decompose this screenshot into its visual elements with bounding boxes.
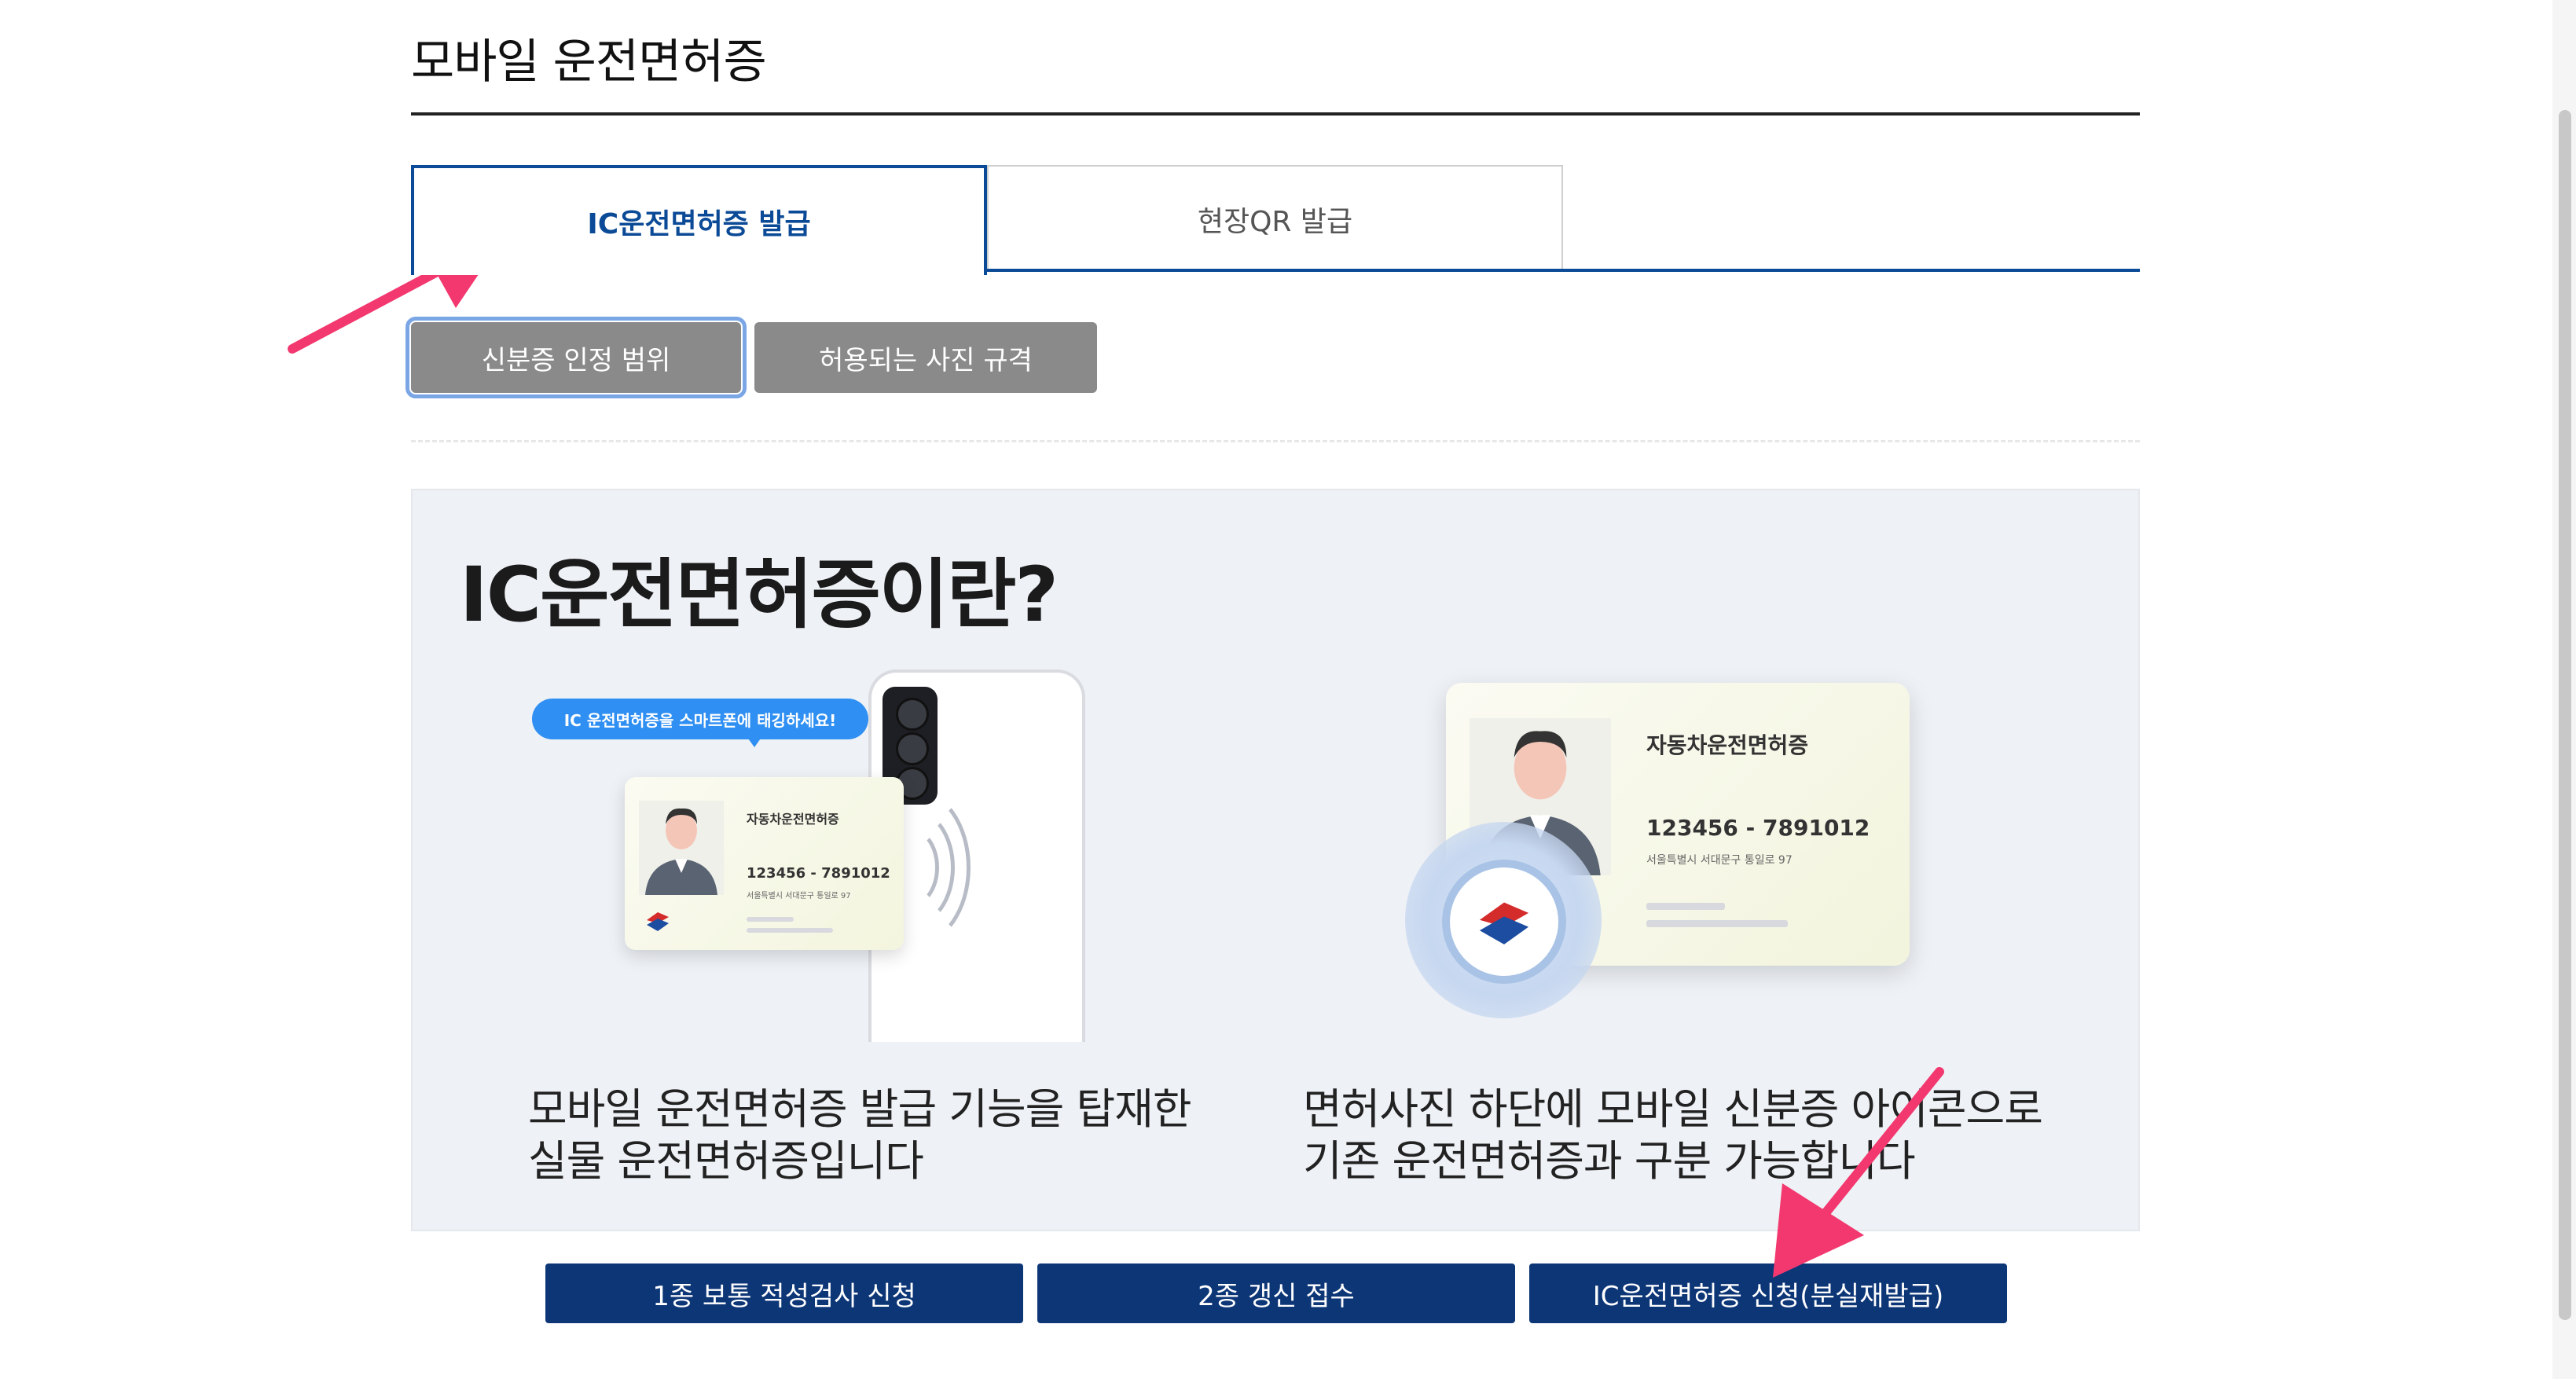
camera-lens-icon: [896, 732, 929, 765]
mobile-id-emblem-icon: [1479, 902, 1529, 944]
card-title: 자동차운전면허증: [1646, 732, 1809, 758]
camera-lens-icon: [896, 698, 929, 731]
panel-heading: IC운전면허증이란?: [460, 551, 1059, 639]
card-line: [1646, 920, 1788, 927]
ic-license-reissue-button[interactable]: IC운전면허증 신청(분실재발급): [1529, 1263, 2007, 1323]
caption-left: 모바일 운전면허증 발급 기능을 탑재한 실물 운전면허증입니다: [528, 1084, 1192, 1186]
tag-instruction-bubble: IC 운전면허증을 스마트폰에 태깅하세요!: [532, 699, 868, 739]
person-avatar-icon: [645, 808, 717, 895]
tab-onsite-qr-issue[interactable]: 현장QR 발급: [987, 165, 1563, 272]
license-photo: [639, 801, 724, 895]
id-recognition-scope-button[interactable]: 신분증 인정 범위: [405, 317, 747, 398]
license-card-small: 자동차운전면허증 123456 - 7891012 서울특별시 서대문구 통일로…: [625, 777, 904, 950]
card-line: [747, 917, 794, 922]
tab-ic-license-issue[interactable]: IC운전면허증 발급: [411, 165, 987, 275]
page-title: 모바일 운전면허증: [411, 35, 767, 90]
title-divider: [411, 112, 2140, 116]
card-address: 서울특별시 서대문구 통일로 97: [747, 892, 851, 900]
scrollbar-thumb[interactable]: [2559, 110, 2571, 1320]
card-line: [1646, 903, 1725, 910]
caption-right: 면허사진 하단에 모바일 신분증 아이콘으로 기존 운전면허증과 구분 가능합니…: [1303, 1084, 2043, 1186]
emblem-disc: [1450, 867, 1558, 976]
info-panel: IC운전면허증이란? IC 운전면허증을 스마트폰에 태깅하세요! 자동차운전면…: [411, 489, 2140, 1231]
bubble-tail: [747, 736, 762, 747]
class1-aptitude-test-button[interactable]: 1종 보통 적성검사 신청: [545, 1263, 1023, 1323]
dashed-divider: [411, 440, 2140, 442]
class2-renewal-button[interactable]: 2종 갱신 접수: [1037, 1263, 1515, 1323]
card-title: 자동차운전면허증: [747, 812, 839, 827]
card-address: 서울특별시 서대문구 통일로 97: [1646, 854, 1793, 867]
card-number: 123456 - 7891012: [1646, 815, 1870, 841]
allowed-photo-spec-button[interactable]: 허용되는 사진 규격: [754, 322, 1097, 393]
mobile-id-emblem-icon: [647, 912, 669, 931]
card-line: [747, 928, 833, 933]
scrollbar[interactable]: [2552, 0, 2576, 1379]
card-number: 123456 - 7891012: [747, 865, 890, 882]
